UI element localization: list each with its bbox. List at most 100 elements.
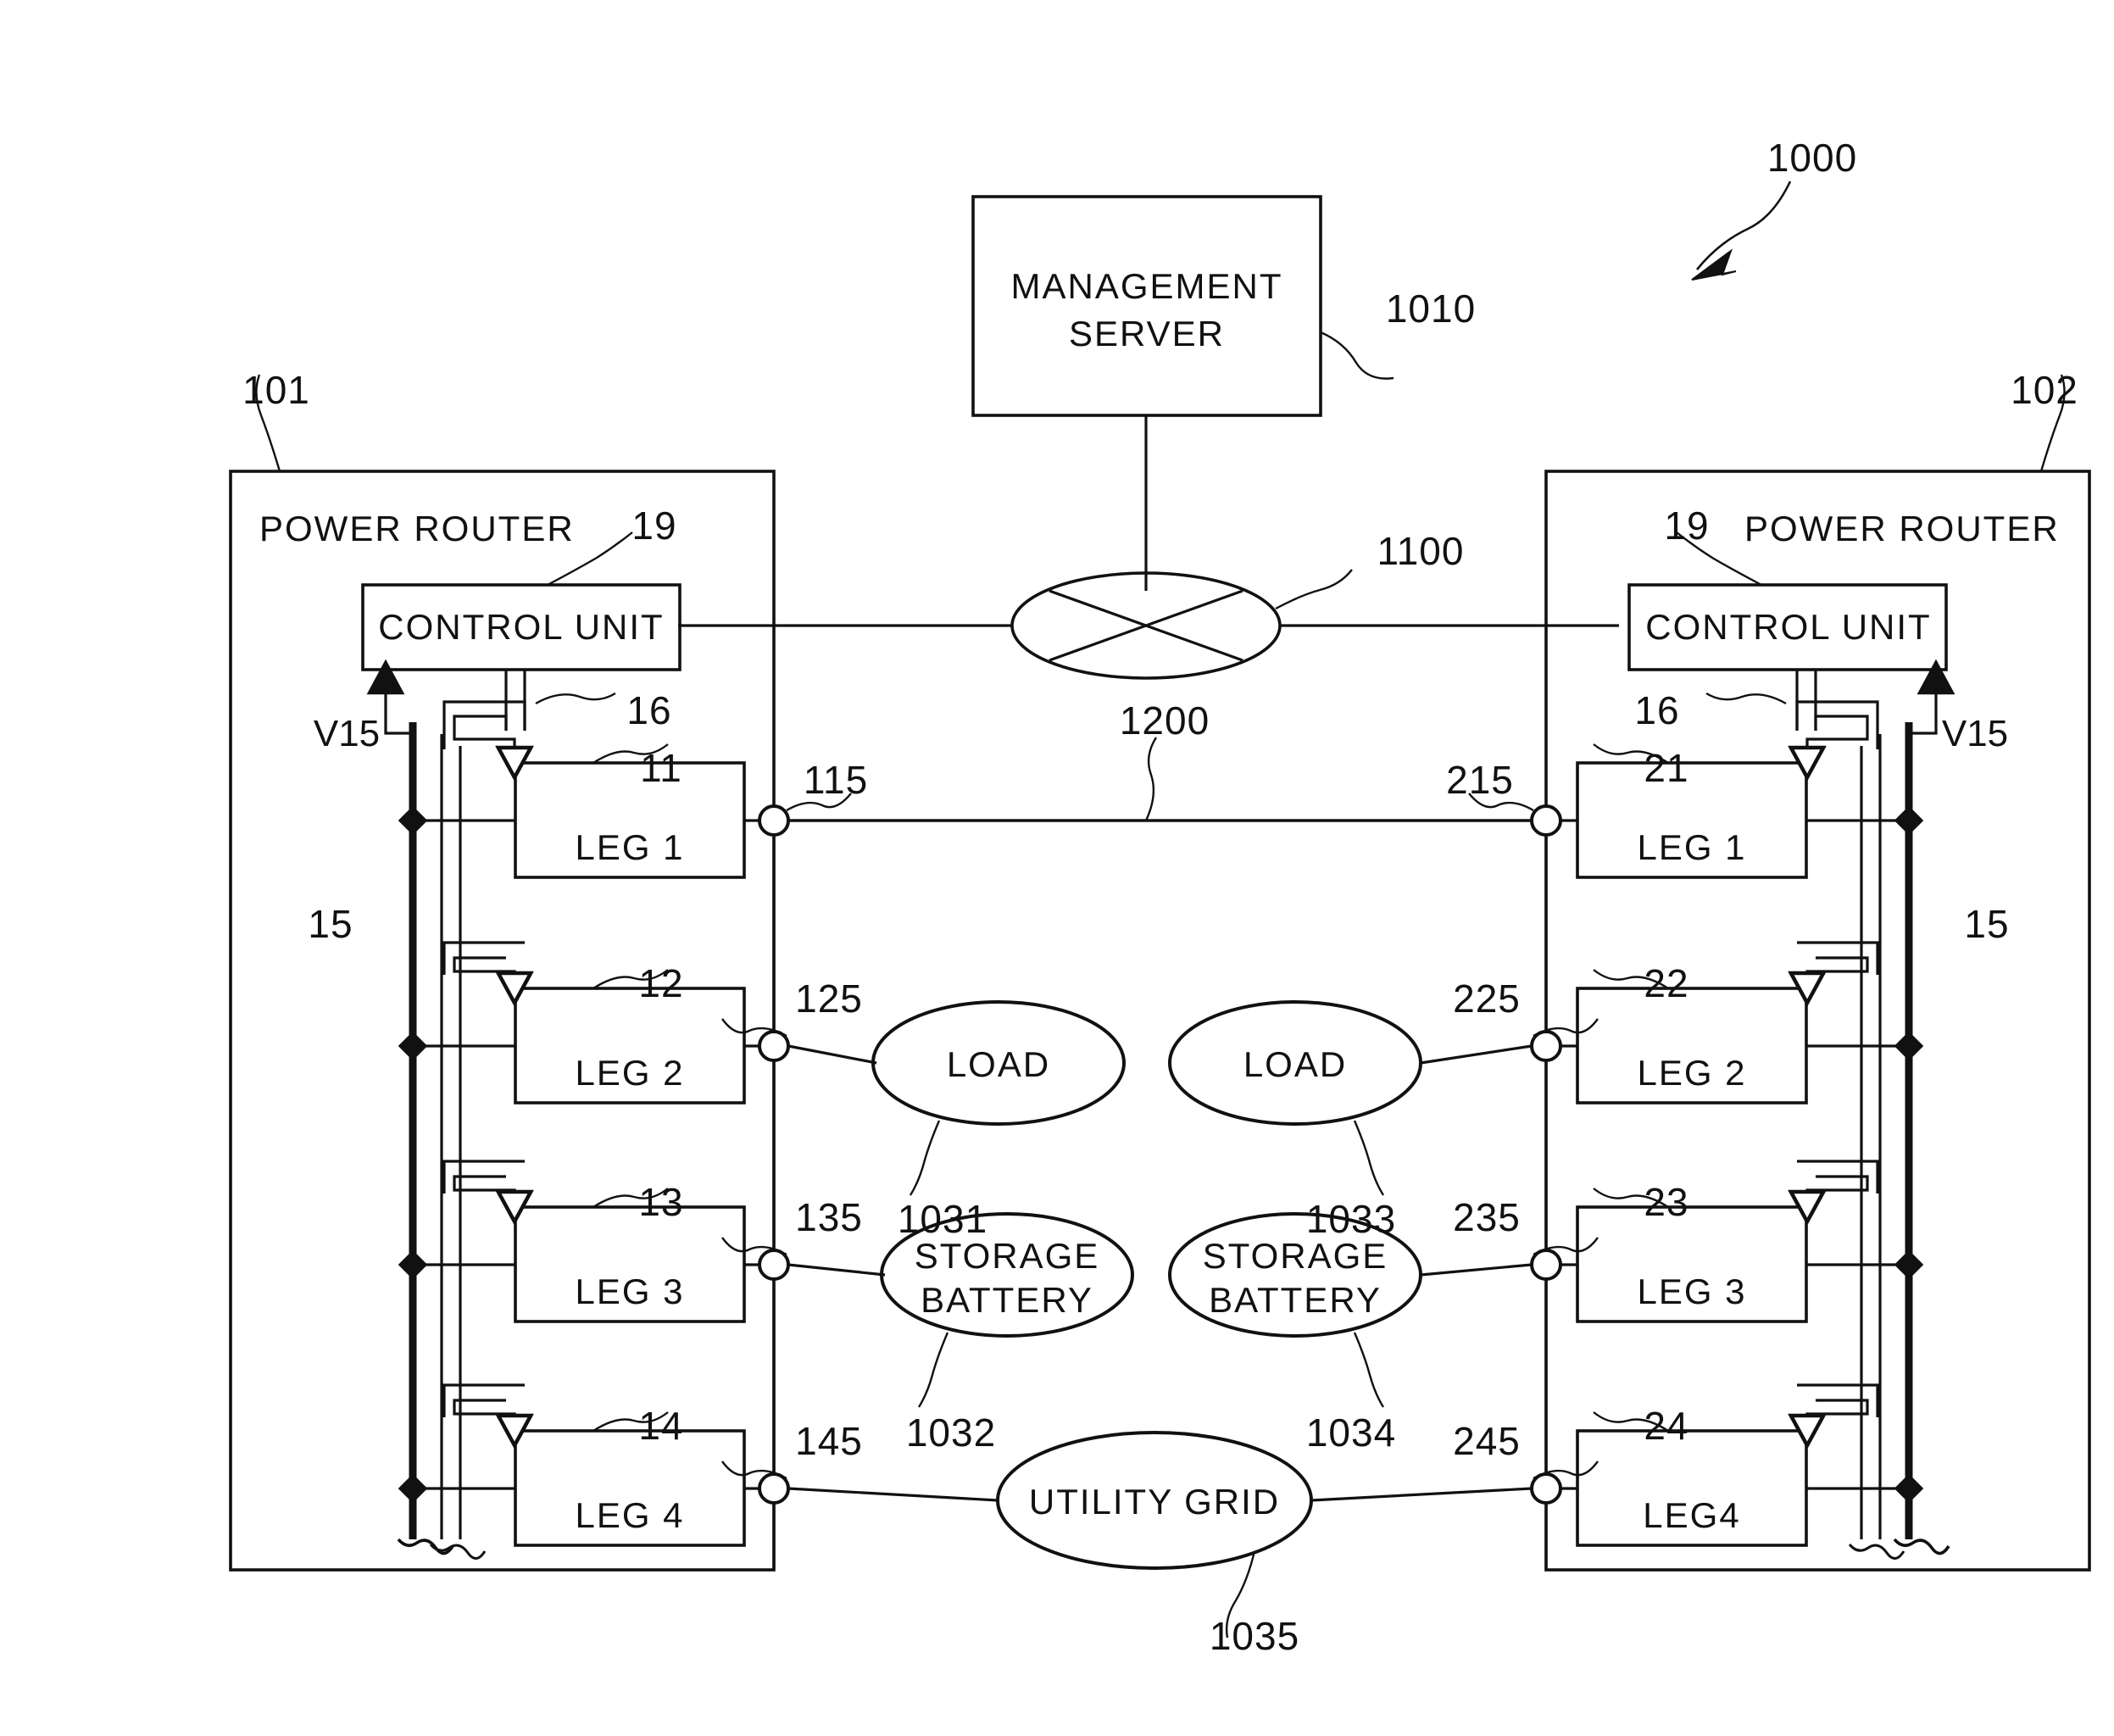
left-gate1 <box>453 715 515 761</box>
ref-right-leg4: 24 <box>1644 1404 1689 1448</box>
ref-right-16: 16 <box>1634 688 1680 732</box>
battery-right-label-line2: BATTERY <box>1209 1280 1382 1320</box>
load-left-link <box>787 1044 877 1065</box>
ref-right-15: 15 <box>1964 902 2010 946</box>
ref-1200: 1200 <box>1119 698 1210 743</box>
port-135 <box>758 1249 790 1281</box>
ref-right-leg2: 22 <box>1644 961 1689 1005</box>
left-bus-end-b <box>429 1543 487 1560</box>
battery-left-link <box>787 1263 886 1277</box>
right-v15-label: V15 <box>1941 713 2009 754</box>
left-gate2 <box>453 956 515 987</box>
ref-1010: 1010 <box>1385 287 1477 331</box>
right-gate1b <box>1795 700 1879 749</box>
diagram-vector-layer <box>229 181 2091 1639</box>
left-router-title: POWER ROUTER <box>259 509 575 548</box>
load-right-label: LOAD <box>1243 1044 1348 1084</box>
left-node1 <box>398 805 428 836</box>
ref-1035: 1035 <box>1209 1614 1300 1658</box>
ref-115: 115 <box>803 758 869 802</box>
right-leg4-label: LEG4 <box>1643 1495 1741 1535</box>
port-115 <box>758 804 790 837</box>
left-leg2-label: LEG 2 <box>575 1053 685 1093</box>
leader-1200 <box>1144 737 1158 821</box>
right-node3 <box>1894 1249 1924 1280</box>
ref-left-leg1: 11 <box>640 746 682 790</box>
left-gate4 <box>453 1399 515 1429</box>
port-235 <box>1530 1249 1562 1281</box>
management-server-label-line2: SERVER <box>1069 314 1225 353</box>
left-leg3-label: LEG 3 <box>575 1271 685 1311</box>
ref-1031: 1031 <box>897 1197 988 1241</box>
leader-1031 <box>909 1120 941 1196</box>
ref-1034: 1034 <box>1305 1410 1397 1455</box>
left-node3 <box>398 1249 428 1280</box>
right-leg2-label: LEG 2 <box>1637 1053 1747 1093</box>
ref-left-leg4: 14 <box>638 1404 684 1448</box>
ref-left-leg2: 12 <box>638 961 684 1005</box>
leader-1000 <box>1695 181 1792 270</box>
grid-left-link <box>787 1487 999 1502</box>
left-node4 <box>398 1473 428 1504</box>
ref-245: 245 <box>1453 1419 1521 1463</box>
port-125 <box>758 1030 790 1062</box>
ref-left-19: 19 <box>631 504 677 548</box>
ref-1100: 1100 <box>1377 529 1465 573</box>
load-right-link <box>1420 1044 1533 1065</box>
figure-canvas: 1000 MANAGEMENT SERVER 1010 1100 1200 10… <box>0 0 2114 1736</box>
leader-right-16 <box>1705 692 1787 705</box>
right-gate4 <box>1807 1399 1869 1429</box>
ref-1033: 1033 <box>1305 1197 1397 1241</box>
right-gate1 <box>1807 715 1869 761</box>
ref-145: 145 <box>795 1419 863 1463</box>
ref-215: 215 <box>1446 758 1514 802</box>
leader-1033 <box>1353 1120 1385 1196</box>
utility-grid-label: UTILITY GRID <box>1028 1482 1281 1522</box>
left-node2 <box>398 1031 428 1061</box>
ref-right-19: 19 <box>1664 504 1710 548</box>
leader-1100 <box>1275 569 1353 610</box>
right-bus-end-b <box>1848 1543 1905 1560</box>
right-leg3-label: LEG 3 <box>1637 1271 1747 1311</box>
ref-1000: 1000 <box>1766 136 1858 180</box>
left-gate1b <box>442 700 526 749</box>
ref-235: 235 <box>1453 1195 1521 1239</box>
management-server-label-line1: MANAGEMENT <box>1010 266 1283 306</box>
right-v15-sense <box>1909 659 1955 735</box>
ref-1032: 1032 <box>905 1410 997 1455</box>
right-leg1-label: LEG 1 <box>1637 827 1747 867</box>
leader-left-16 <box>535 692 616 705</box>
left-gate3 <box>453 1175 515 1205</box>
ref-right-leg3: 23 <box>1644 1180 1689 1224</box>
left-v15-label: V15 <box>313 713 381 754</box>
left-control-unit-label: CONTROL UNIT <box>378 607 665 647</box>
left-v15-sense <box>366 659 413 735</box>
ref-left-16: 16 <box>626 688 672 732</box>
right-node1 <box>1894 805 1924 836</box>
ref-left-leg3: 13 <box>638 1180 684 1224</box>
battery-right-label-line1: STORAGE <box>1202 1236 1388 1276</box>
leader-1034 <box>1353 1332 1385 1408</box>
arrow-1000-head <box>1691 248 1737 281</box>
network-bowtie <box>1049 589 1243 662</box>
grid-right-link <box>1310 1487 1533 1502</box>
left-leg4-label: LEG 4 <box>575 1495 685 1535</box>
battery-right-link <box>1420 1263 1533 1277</box>
port-245 <box>1530 1472 1562 1505</box>
leader-1010 <box>1320 331 1394 380</box>
right-node4 <box>1894 1473 1924 1504</box>
ref-102: 102 <box>2011 368 2078 412</box>
right-router-title: POWER ROUTER <box>1744 509 2060 548</box>
port-215 <box>1530 804 1562 837</box>
load-left-label: LOAD <box>946 1044 1051 1084</box>
battery-left-label-line1: STORAGE <box>914 1236 1100 1276</box>
ref-225: 225 <box>1453 976 1521 1021</box>
right-gate2 <box>1807 956 1869 987</box>
ref-left-15: 15 <box>308 902 353 946</box>
right-node2 <box>1894 1031 1924 1061</box>
ref-right-leg1: 21 <box>1644 746 1689 790</box>
right-gate3 <box>1807 1175 1869 1205</box>
left-leg1-label: LEG 1 <box>575 827 685 867</box>
ref-125: 125 <box>795 976 863 1021</box>
battery-left-label-line2: BATTERY <box>921 1280 1093 1320</box>
